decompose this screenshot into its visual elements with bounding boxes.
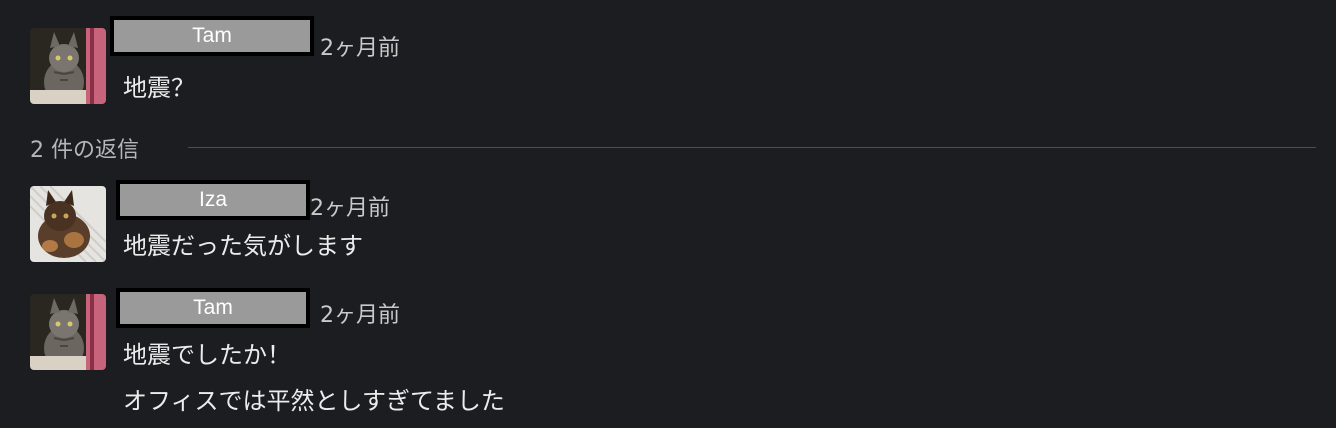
author-name-text: Iza: [198, 188, 227, 211]
timestamp: 2ヶ月前: [310, 196, 390, 221]
cat-photo-icon: [30, 294, 106, 370]
cat-photo-icon: [30, 28, 106, 104]
comment-thread: Tam 2ヶ月前 地震？ 2 件の返信 Iza 2ヶ月前 地震だった気がします …: [0, 0, 1336, 428]
replies-toggle[interactable]: 2 件の返信: [30, 128, 1316, 168]
comment-text: 地震？: [123, 74, 195, 102]
avatar-iza[interactable]: [30, 186, 106, 262]
avatar-tam[interactable]: [30, 294, 106, 370]
author-name[interactable]: Tam: [116, 288, 310, 328]
cat-photo-icon: [30, 186, 106, 262]
author-name-text: Tam: [192, 24, 232, 47]
avatar-tam[interactable]: [30, 28, 106, 104]
comment-text: 地震だった気がします: [123, 232, 363, 260]
replies-count-label[interactable]: 2 件の返信: [30, 132, 139, 164]
comment-text: オフィスでは平然としすぎてました: [123, 387, 505, 415]
author-name[interactable]: Tam: [110, 16, 314, 56]
replies-divider: [188, 147, 1316, 148]
author-name[interactable]: Iza: [116, 180, 310, 220]
timestamp: 2ヶ月前: [320, 36, 400, 61]
timestamp: 2ヶ月前: [320, 303, 400, 328]
author-name-text: Tam: [193, 296, 233, 319]
comment-text: 地震でしたか！: [123, 341, 291, 369]
